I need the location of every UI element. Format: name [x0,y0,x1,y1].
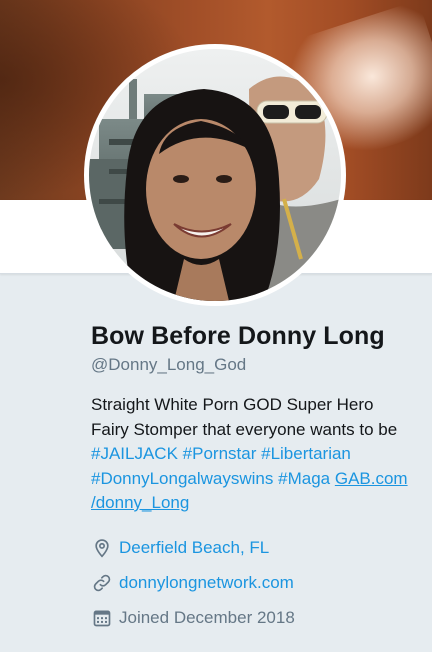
profile-bio: Straight White Porn GOD Super Hero Fairy… [91,393,421,516]
profile-info: Bow Before Donny Long @Donny_Long_God St… [91,320,421,516]
calendar-icon [91,607,113,629]
location-pin-icon [91,537,113,559]
user-handle[interactable]: @Donny_Long_God [91,354,421,376]
avatar-photo [89,49,341,301]
bio-hashtag-line: #DonnyLongalwayswins #Maga GAB.com [91,467,421,492]
bio-line: Fairy Stomper that everyone wants to be [91,419,398,439]
profile-avatar[interactable] [84,44,346,306]
bio-url-link[interactable]: GAB.com [335,469,408,488]
display-name[interactable]: Bow Before Donny Long [91,320,421,352]
hashtag-link[interactable]: #JAILJACK [91,444,178,463]
website-link[interactable]: donnylongnetwork.com [119,573,294,593]
link-icon [91,572,113,594]
bio-hashtag-line: #JAILJACK #Pornstar #Libertarian [91,442,421,467]
joined-date: Joined December 2018 [119,608,295,627]
hashtag-link[interactable]: #DonnyLongalwayswins [91,469,273,488]
location-text[interactable]: Deerfield Beach, FL [119,538,269,558]
bio-url-link-continued[interactable]: /donny_Long [91,493,189,512]
profile-website: donnylongnetwork.com [91,571,421,595]
hashtag-link[interactable]: #Pornstar [183,444,257,463]
profile-joined: Joined December 2018 [91,606,421,630]
hashtag-link[interactable]: #Maga [278,469,330,488]
bio-url-continuation: /donny_Long [91,491,421,516]
hashtag-link[interactable]: #Libertarian [261,444,351,463]
bio-line: Straight White Porn GOD Super Hero [91,395,374,414]
profile-location: Deerfield Beach, FL [91,536,421,560]
